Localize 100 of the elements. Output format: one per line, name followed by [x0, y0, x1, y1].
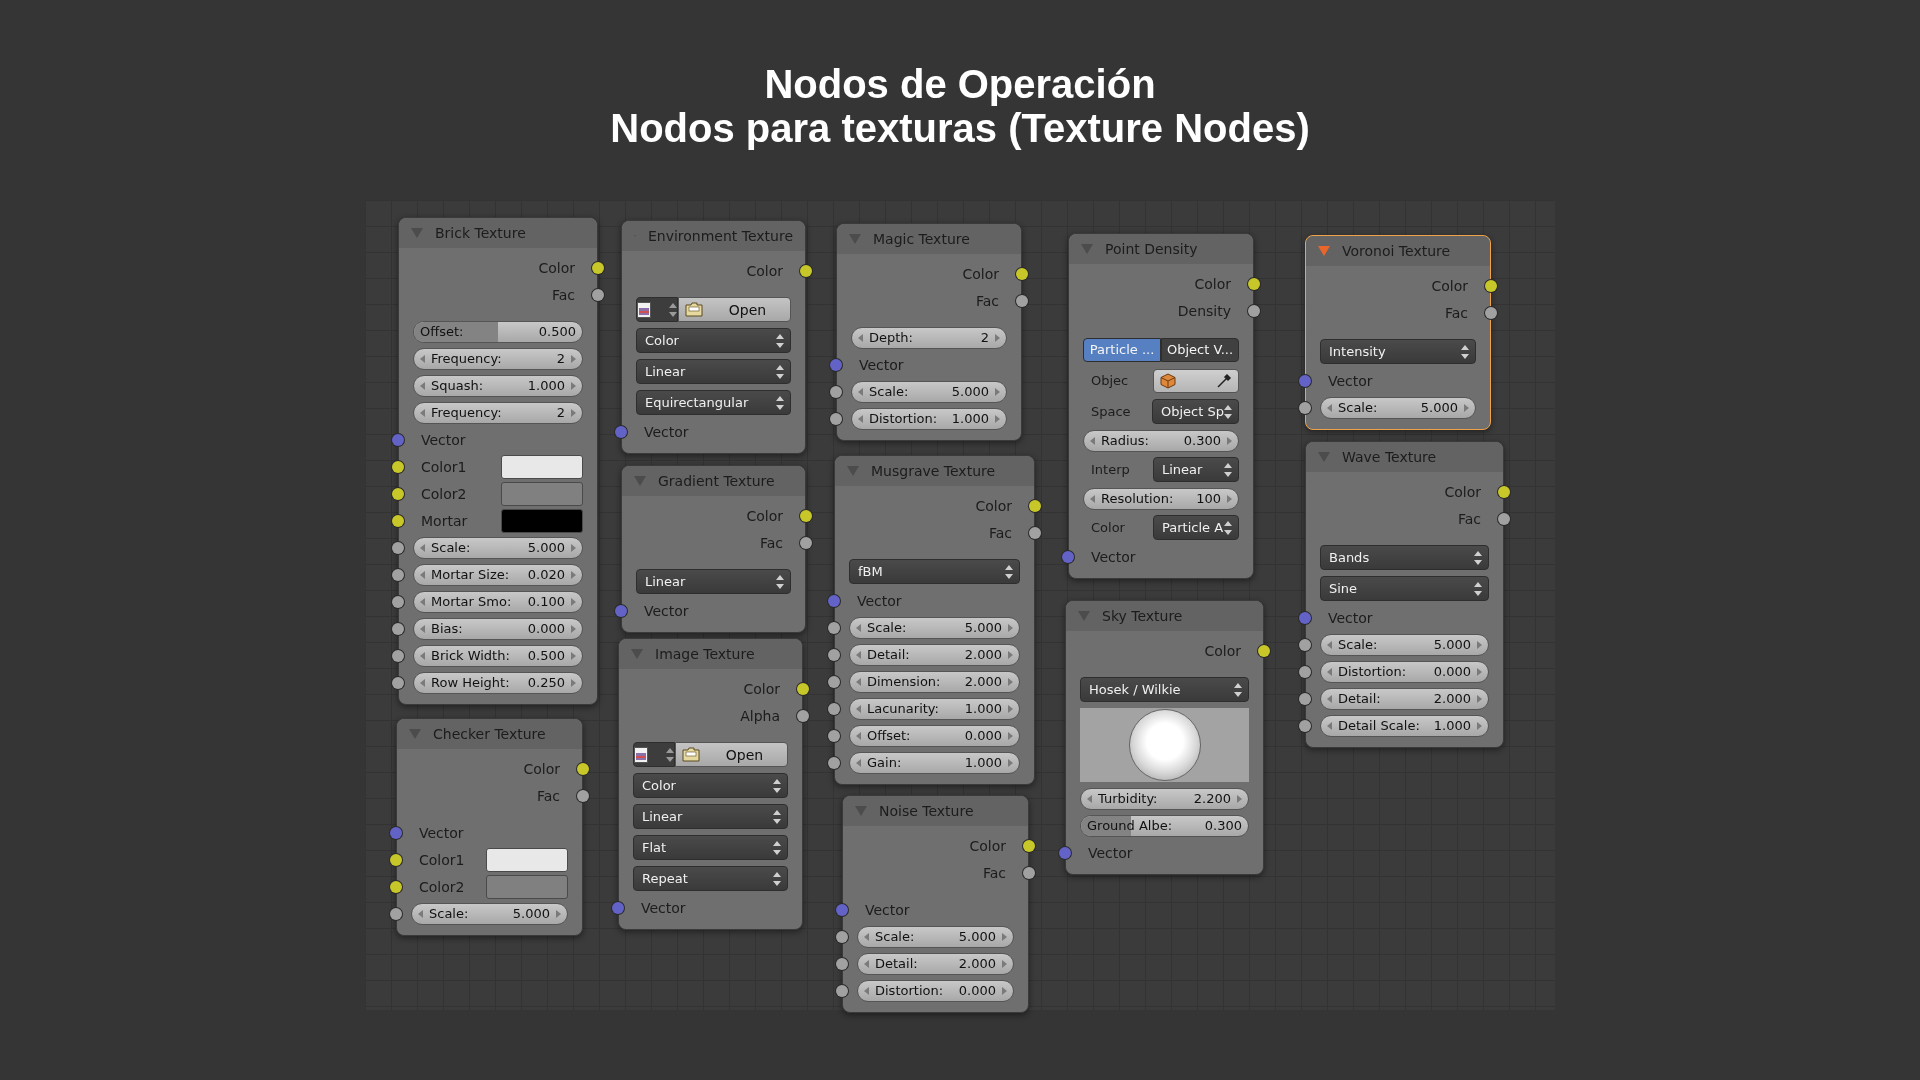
- socket[interactable]: [390, 880, 402, 893]
- color-swatch[interactable]: [486, 847, 568, 872]
- right-arrow-icon: [571, 408, 576, 417]
- socket[interactable]: [392, 487, 404, 500]
- dropdown[interactable]: Linear: [633, 804, 788, 829]
- socket[interactable]: [797, 709, 809, 722]
- dropdown[interactable]: Bands: [1320, 545, 1489, 570]
- socket[interactable]: [1023, 866, 1035, 879]
- mode-tab[interactable]: Particle ...: [1083, 337, 1161, 362]
- socket-label: Alpha: [740, 707, 780, 724]
- socket-label: Vector: [419, 824, 464, 841]
- socket[interactable]: [392, 649, 404, 662]
- socket[interactable]: [392, 541, 404, 554]
- socket[interactable]: [828, 702, 840, 715]
- socket[interactable]: [836, 984, 848, 997]
- socket[interactable]: [1023, 839, 1035, 852]
- right-arrow-icon: [1002, 932, 1007, 941]
- socket[interactable]: [1029, 526, 1041, 539]
- node-title: Image Texture: [655, 646, 755, 662]
- open-button[interactable]: Open: [678, 297, 791, 322]
- dropdown[interactable]: Equirectangular: [636, 390, 791, 415]
- socket[interactable]: [1299, 638, 1311, 651]
- socket[interactable]: [1485, 306, 1497, 319]
- socket[interactable]: [1299, 665, 1311, 678]
- dropdown[interactable]: Color: [636, 328, 791, 353]
- dropdown[interactable]: Repeat: [633, 866, 788, 891]
- socket[interactable]: [797, 682, 809, 695]
- socket[interactable]: [592, 288, 604, 301]
- socket[interactable]: [392, 514, 404, 527]
- socket[interactable]: [828, 729, 840, 742]
- socket[interactable]: [828, 621, 840, 634]
- dropdown[interactable]: Intensity: [1320, 339, 1476, 364]
- socket[interactable]: [392, 460, 404, 473]
- open-button[interactable]: Open: [675, 742, 788, 767]
- dropdown[interactable]: fBM: [849, 559, 1020, 584]
- socket[interactable]: [1485, 279, 1497, 292]
- mode-tab[interactable]: Object V...: [1161, 337, 1239, 362]
- socket[interactable]: [1258, 644, 1270, 657]
- socket[interactable]: [828, 648, 840, 661]
- color-swatch[interactable]: [486, 874, 568, 899]
- dropdown[interactable]: Color: [633, 773, 788, 798]
- socket[interactable]: [1299, 401, 1311, 414]
- socket[interactable]: [836, 957, 848, 970]
- dropdown[interactable]: Linear: [636, 359, 791, 384]
- dropdown[interactable]: Particle A: [1153, 515, 1239, 540]
- right-arrow-icon: [1477, 721, 1482, 730]
- socket[interactable]: [390, 907, 402, 920]
- socket[interactable]: [392, 568, 404, 581]
- right-arrow-icon: [1477, 640, 1482, 649]
- dropdown[interactable]: Linear: [636, 569, 791, 594]
- socket[interactable]: [800, 509, 812, 522]
- node-title: Point Density: [1105, 241, 1198, 257]
- socket[interactable]: [1299, 719, 1311, 732]
- socket[interactable]: [577, 762, 589, 775]
- right-arrow-icon: [995, 414, 1000, 423]
- socket[interactable]: [1498, 485, 1510, 498]
- socket-label: Fac: [759, 534, 783, 551]
- right-arrow-icon: [571, 651, 576, 660]
- dropdown[interactable]: Object Sp: [1152, 399, 1239, 424]
- socket-label: Fac: [982, 864, 1006, 881]
- socket[interactable]: [1248, 277, 1260, 290]
- socket[interactable]: [1299, 692, 1311, 705]
- right-arrow-icon: [1008, 704, 1013, 713]
- dropdown[interactable]: Sine: [1320, 576, 1489, 601]
- socket-label: Color2: [421, 485, 467, 502]
- socket-label: Fac: [1444, 304, 1468, 321]
- socket[interactable]: [1016, 267, 1028, 280]
- socket[interactable]: [1029, 499, 1041, 512]
- socket[interactable]: [836, 930, 848, 943]
- socket[interactable]: [830, 385, 842, 398]
- socket[interactable]: [392, 595, 404, 608]
- socket[interactable]: [592, 261, 604, 274]
- socket[interactable]: [800, 536, 812, 549]
- socket[interactable]: [828, 756, 840, 769]
- socket[interactable]: [1016, 294, 1028, 307]
- socket[interactable]: [392, 676, 404, 689]
- dropdown[interactable]: Flat: [633, 835, 788, 860]
- image-browse-button[interactable]: [636, 297, 678, 322]
- color-swatch[interactable]: [501, 454, 583, 479]
- color-swatch[interactable]: [501, 508, 583, 533]
- socket-label: Color: [1444, 483, 1481, 500]
- left-arrow-icon: [858, 414, 863, 423]
- socket[interactable]: [1498, 512, 1510, 525]
- socket[interactable]: [800, 264, 812, 277]
- socket[interactable]: [830, 412, 842, 425]
- eyedropper-icon[interactable]: [1216, 372, 1232, 389]
- socket[interactable]: [828, 675, 840, 688]
- socket-label: Color: [523, 760, 560, 777]
- dropdown[interactable]: Hosek / Wilkie: [1080, 677, 1249, 702]
- socket-label: Vector: [644, 602, 689, 619]
- color-swatch[interactable]: [501, 481, 583, 506]
- object-field[interactable]: [1153, 368, 1239, 393]
- socket[interactable]: [577, 789, 589, 802]
- socket[interactable]: [390, 853, 402, 866]
- dropdown[interactable]: Linear: [1153, 457, 1239, 482]
- socket-label: Color: [969, 837, 1006, 854]
- image-browse-button[interactable]: [633, 742, 675, 767]
- socket[interactable]: [392, 622, 404, 635]
- socket[interactable]: [1248, 304, 1260, 317]
- updown-arrows-icon: [1461, 344, 1469, 359]
